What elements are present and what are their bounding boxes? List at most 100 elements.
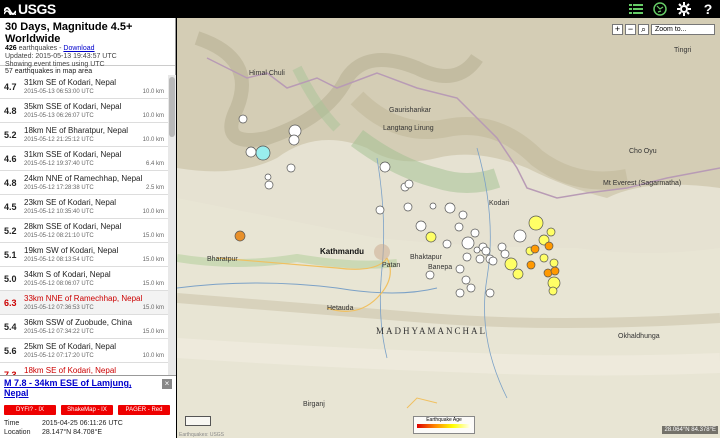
earthquake-marker[interactable] bbox=[454, 222, 464, 232]
earthquake-marker[interactable] bbox=[455, 264, 465, 274]
earthquake-marker[interactable] bbox=[425, 270, 435, 280]
place-hetauda: Hetauda bbox=[327, 305, 354, 312]
dyfi-button[interactable]: DYFI? - IX bbox=[4, 405, 56, 415]
zoom-out-button[interactable]: − bbox=[625, 24, 636, 35]
place-tingri: Tingri bbox=[674, 47, 692, 54]
quake-time: 2015-05-12 19:37:40 UTC bbox=[24, 161, 94, 167]
quake-place: 33km NNE of Ramechhap, Nepal bbox=[24, 294, 143, 303]
earthquake-marker[interactable] bbox=[488, 256, 498, 266]
earthquake-marker[interactable] bbox=[264, 173, 272, 181]
earthquake-marker[interactable] bbox=[264, 180, 274, 190]
earthquake-marker[interactable] bbox=[549, 258, 559, 268]
list-icon[interactable] bbox=[628, 1, 644, 17]
help-icon[interactable]: ? bbox=[700, 1, 716, 17]
earthquake-marker[interactable] bbox=[415, 220, 427, 232]
earthquake-marker[interactable] bbox=[481, 246, 491, 256]
quake-depth: 10.0 km bbox=[142, 113, 164, 119]
peak-langtang: Langtang Lirung bbox=[383, 125, 434, 132]
event-title-link[interactable]: M 7.8 - 34km ESE of Lamjung, Nepal bbox=[4, 378, 154, 398]
location-label: Location bbox=[4, 429, 31, 436]
feed-title: 30 Days, Magnitude 4.5+ Worldwide bbox=[5, 21, 133, 45]
earthquake-marker[interactable] bbox=[530, 244, 540, 254]
earthquake-marker[interactable] bbox=[245, 146, 257, 158]
list-item[interactable]: 5.6 25km SE of Kodari, Nepal 2015-05-12 07… bbox=[0, 339, 168, 363]
usgs-logo[interactable]: USGS bbox=[4, 1, 56, 17]
earthquake-marker[interactable] bbox=[548, 286, 558, 296]
quake-depth: 2.5 km bbox=[145, 185, 164, 191]
earthquake-marker[interactable] bbox=[288, 134, 300, 146]
quake-place: 31km SSE of Kodari, Nepal bbox=[24, 150, 122, 159]
list-item[interactable]: 4.8 35km SSE of Kodari, Nepal 2015-05-13 0… bbox=[0, 99, 168, 123]
earthquake-marker[interactable] bbox=[546, 227, 556, 237]
updated-time: Updated: 2015-05-13 19:43:57 UTC bbox=[5, 53, 117, 60]
gear-icon[interactable] bbox=[676, 1, 692, 17]
shakemap-button[interactable]: ShakeMap - IX bbox=[61, 405, 113, 415]
place-bharatpur: Bharatpur bbox=[207, 256, 238, 263]
earthquake-marker[interactable] bbox=[461, 275, 471, 285]
list-item[interactable]: 5.0 34km S of Kodari, Nepal 2015-05-12 08:… bbox=[0, 267, 168, 291]
list-item[interactable]: 4.8 24km NNE of Ramechhap, Nepal 2015-05-1… bbox=[0, 171, 168, 195]
earthquake-marker[interactable] bbox=[473, 246, 481, 254]
earthquake-marker[interactable] bbox=[539, 253, 549, 263]
earthquake-marker[interactable] bbox=[466, 283, 476, 293]
scrollbar-thumb[interactable] bbox=[169, 77, 175, 137]
search-icon[interactable]: ⌕ bbox=[638, 24, 649, 35]
quake-depth: 10.0 km bbox=[142, 89, 164, 95]
earthquake-marker[interactable] bbox=[458, 210, 468, 220]
earthquake-marker[interactable] bbox=[455, 288, 465, 298]
quake-magnitude: 4.7 bbox=[4, 82, 17, 92]
earthquake-marker[interactable] bbox=[404, 179, 414, 189]
place-kathmandu: Kathmandu bbox=[320, 247, 364, 256]
earthquake-marker[interactable] bbox=[470, 228, 480, 238]
quake-time: 2015-05-12 08:13:54 UTC bbox=[24, 257, 94, 263]
earthquake-marker[interactable] bbox=[286, 163, 296, 173]
pager-button[interactable]: PAGER - Red bbox=[118, 405, 170, 415]
earthquake-marker[interactable] bbox=[550, 266, 560, 276]
list-item[interactable]: 4.5 23km SE of Kodari, Nepal 2015-05-12 10… bbox=[0, 195, 168, 219]
earthquake-marker[interactable] bbox=[379, 161, 391, 173]
earthquake-marker[interactable] bbox=[528, 215, 544, 231]
zoom-in-button[interactable]: + bbox=[612, 24, 623, 35]
list-item[interactable]: 5.2 28km SSE of Kodari, Nepal 2015-05-12 0… bbox=[0, 219, 168, 243]
quake-magnitude: 4.6 bbox=[4, 154, 17, 164]
close-icon[interactable]: × bbox=[162, 379, 172, 389]
list-item[interactable]: 4.6 31km SSE of Kodari, Nepal 2015-05-12 1… bbox=[0, 147, 168, 171]
earthquake-marker[interactable] bbox=[544, 241, 554, 251]
earthquake-marker[interactable] bbox=[255, 145, 271, 161]
peak-himal-chuli: Himal Chuli bbox=[249, 70, 285, 77]
quake-time: 2015-05-12 08:21:10 UTC bbox=[24, 233, 94, 239]
earthquake-marker[interactable] bbox=[500, 249, 510, 259]
list-item[interactable]: 5.2 18km NE of Bharatpur, Nepal 2015-05-12… bbox=[0, 123, 168, 147]
earthquake-marker[interactable] bbox=[513, 229, 527, 243]
earthquake-marker[interactable] bbox=[504, 257, 518, 271]
download-link[interactable]: Download bbox=[63, 45, 94, 52]
list-item[interactable]: 7.318km SE of Kodari, Nepal2015-05-12 07… bbox=[0, 363, 168, 375]
quake-place: 18km SE of Kodari, Nepal bbox=[24, 366, 117, 375]
earthquake-marker[interactable] bbox=[512, 268, 524, 280]
map-globe-icon[interactable] bbox=[652, 1, 668, 17]
earthquake-marker[interactable] bbox=[425, 231, 437, 243]
quake-depth: 15.0 km bbox=[142, 257, 164, 263]
earthquake-marker[interactable] bbox=[475, 254, 485, 264]
earthquake-marker[interactable] bbox=[403, 202, 413, 212]
earthquake-marker[interactable] bbox=[462, 252, 472, 262]
earthquake-marker[interactable] bbox=[526, 260, 536, 270]
earthquake-marker[interactable] bbox=[429, 202, 437, 210]
earthquake-marker[interactable] bbox=[485, 288, 495, 298]
quake-place: 25km SE of Kodari, Nepal bbox=[24, 342, 117, 351]
list-item[interactable]: 5.4 36km SSW of Zuobude, China 2015-05-12 … bbox=[0, 315, 168, 339]
earthquake-marker[interactable] bbox=[442, 239, 452, 249]
earthquake-marker[interactable] bbox=[234, 230, 246, 242]
earthquake-marker[interactable] bbox=[444, 202, 456, 214]
earthquake-marker[interactable] bbox=[461, 236, 475, 250]
list-item[interactable]: 6.3 33km NNE of Ramechhap, Nepal 2015-05-1… bbox=[0, 291, 168, 315]
map-view[interactable]: Kathmandu Patan Bhaktapur Banepa Bharatp… bbox=[177, 18, 720, 438]
list-scrollbar[interactable] bbox=[168, 75, 176, 375]
zoom-to-select[interactable]: Zoom to... bbox=[651, 24, 715, 35]
earthquake-marker[interactable] bbox=[375, 205, 385, 215]
list-item[interactable]: 4.7 31km SE of Kodari, Nepal 2015-05-13 06… bbox=[0, 75, 168, 99]
earthquake-marker[interactable] bbox=[238, 114, 248, 124]
quake-magnitude: 4.5 bbox=[4, 202, 17, 212]
quake-magnitude: 4.8 bbox=[4, 178, 17, 188]
list-item[interactable]: 5.1 19km SW of Kodari, Nepal 2015-05-12 08… bbox=[0, 243, 168, 267]
